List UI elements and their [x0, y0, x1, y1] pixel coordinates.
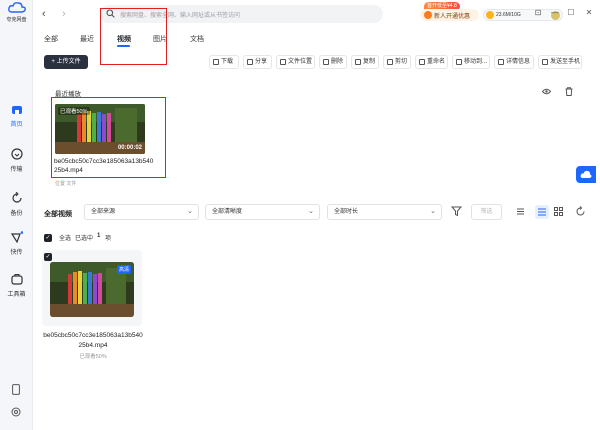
video-card-checkbox[interactable]: ✓: [44, 253, 52, 261]
tab-all[interactable]: 全部: [44, 34, 58, 44]
video-card-progress: 已观看50%: [79, 354, 107, 360]
floating-cloud-button[interactable]: [576, 166, 596, 183]
upload-file-button[interactable]: + 上传文件: [44, 55, 88, 69]
selected-unit: 项: [105, 236, 112, 242]
chevron-down-icon: ⌄: [430, 208, 436, 215]
rail-item-label: 快传: [10, 250, 23, 256]
copy-icon: [355, 59, 361, 65]
back-icon[interactable]: ‹: [42, 8, 46, 20]
delete-button[interactable]: 删除: [319, 55, 347, 69]
duration-dropdown[interactable]: 全部时长 ⌄: [327, 204, 442, 220]
trash-icon[interactable]: [565, 87, 573, 96]
list-view-button[interactable]: [535, 205, 549, 219]
video-card-filename[interactable]: be05cbc50c7cc3e185063a13b54025b4.mp4: [42, 331, 144, 351]
all-videos-title: 全部视频: [44, 211, 72, 218]
settings-icon[interactable]: [11, 407, 21, 417]
list-view-icon: [538, 208, 546, 216]
backup-icon: [11, 191, 22, 203]
selected-count: 1: [97, 233, 101, 239]
watch-progress-label: 已观看50%: [58, 107, 90, 115]
chevron-down-icon: ⌄: [308, 208, 314, 215]
video-card-thumbnail[interactable]: 高清: [50, 262, 134, 317]
rail-item-label: 工具箱: [7, 292, 26, 298]
download-icon: [213, 59, 219, 65]
selected-label: 已选中: [75, 236, 94, 242]
select-all-checkbox[interactable]: ✓: [44, 234, 52, 242]
rail-item-transfer[interactable]: 传输: [0, 148, 33, 173]
copy-button[interactable]: 复制: [351, 55, 379, 69]
rail-item-home[interactable]: 首页: [0, 103, 33, 128]
cut-button[interactable]: 剪切: [383, 55, 411, 69]
filter-apply-button[interactable]: 筛选: [471, 204, 502, 220]
resolution-dropdown[interactable]: 全部清晰度 ⌄: [205, 204, 320, 220]
transfer-icon: [10, 148, 23, 160]
move-to-button[interactable]: 移动到...: [452, 55, 490, 69]
hd-badge: 高清: [116, 265, 131, 274]
source-dropdown[interactable]: 全部来源 ⌄: [84, 204, 199, 220]
vip-upgrade-label: 新人开通优惠: [434, 14, 471, 20]
rename-button[interactable]: 重命名: [415, 55, 448, 69]
send-to-phone-button[interactable]: 发送至手机: [538, 55, 582, 69]
pencil-icon: [419, 59, 425, 65]
home-icon: [11, 106, 22, 114]
cloud-upload-icon: [580, 170, 592, 178]
trash-icon: [323, 59, 329, 65]
info-icon: [498, 59, 504, 65]
rail-item-label: 传输: [10, 167, 23, 173]
filter-clear-icon[interactable]: [451, 206, 462, 217]
move-icon: [456, 59, 462, 65]
recent-video-thumbnail[interactable]: 已观看50% 00:00:02: [55, 104, 145, 154]
toolbox-icon: [10, 274, 23, 285]
share-button[interactable]: 分享: [243, 55, 272, 69]
refresh-icon[interactable]: [575, 206, 586, 217]
recent-section-title: 最近播放: [55, 91, 81, 98]
pin-window-button[interactable]: ⊡: [533, 8, 543, 18]
rail-item-toolbox[interactable]: 工具箱: [0, 273, 33, 298]
storage-icon: [486, 11, 494, 19]
tab-document[interactable]: 文档: [190, 34, 204, 44]
grid-view-icon[interactable]: [553, 206, 564, 217]
maximize-button[interactable]: ☐: [566, 8, 576, 18]
minimize-button[interactable]: —: [550, 8, 560, 18]
quick-transfer-icon: [10, 231, 23, 244]
folder-icon: [280, 59, 286, 65]
recent-video-filename[interactable]: be05cbc50c7cc3e185063a13b54025b4.mp4: [54, 157, 154, 175]
recent-video-location[interactable]: 位置 文件: [55, 180, 76, 187]
details-button[interactable]: 详情信息: [494, 55, 534, 69]
vip-upgrade-button[interactable]: 新人开通优惠: [420, 9, 479, 21]
rail-item-backup[interactable]: 备份: [0, 191, 33, 217]
rail-item-label: 首页: [10, 122, 23, 128]
sort-icon[interactable]: [515, 206, 526, 217]
cloud-logo-icon: [7, 2, 26, 13]
close-button[interactable]: ✕: [584, 8, 594, 18]
share-icon: [247, 59, 253, 65]
video-card[interactable]: 高清: [42, 250, 142, 326]
file-location-button[interactable]: 文件位置: [276, 55, 315, 69]
select-all-label[interactable]: 全选: [59, 233, 71, 242]
storage-text: 23.6M/10G: [496, 12, 521, 18]
eye-icon[interactable]: [542, 88, 551, 95]
phone-icon[interactable]: [12, 384, 20, 395]
rail-item-label: 备份: [10, 211, 23, 217]
rail-item-quick-transfer[interactable]: 快传: [0, 231, 33, 256]
app-logo[interactable]: 夸克网盘: [6, 2, 27, 23]
app-name: 夸克网盘: [6, 17, 27, 23]
tab-recent[interactable]: 最近: [80, 34, 94, 44]
forward-icon[interactable]: ›: [62, 8, 66, 20]
annotation-box-video-tab: [100, 8, 167, 65]
send-icon: [542, 59, 548, 65]
left-rail: 夸克网盘 首页 传输 备份 快传 工具箱: [0, 0, 33, 430]
vip-icon: [424, 11, 432, 19]
video-duration: 00:00:02: [117, 145, 142, 151]
scissors-icon: [387, 59, 393, 65]
download-button[interactable]: 下载: [209, 55, 239, 69]
chevron-down-icon: ⌄: [187, 208, 193, 215]
